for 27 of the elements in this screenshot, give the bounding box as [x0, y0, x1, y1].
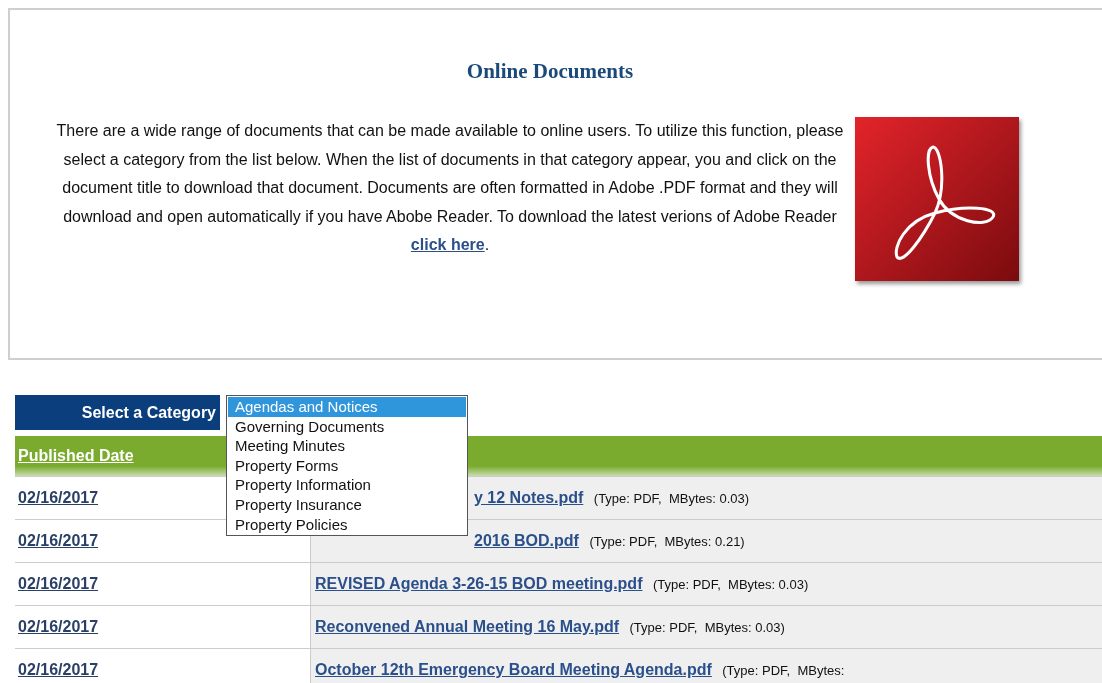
download-link[interactable]: click here: [410, 236, 485, 253]
category-label: Select a Category: [15, 395, 220, 430]
file-info: (Type: PDF, MBytes: 0.21): [589, 534, 745, 549]
date-link[interactable]: 02/16/2017: [18, 575, 99, 593]
file-link[interactable]: REVISED Agenda 3-26-15 BOD meeting.pdf: [315, 575, 643, 592]
date-link[interactable]: 02/16/2017: [18, 532, 99, 550]
file-link[interactable]: y 12 Notes.pdf: [474, 489, 584, 506]
file-link[interactable]: Reconvened Annual Meeting 16 May.pdf: [315, 618, 620, 635]
file-info: (Type: PDF, MBytes: 0.03): [652, 577, 809, 592]
file-info: (Type: PDF, MBytes: 0.03): [593, 491, 750, 506]
date-link[interactable]: 02/16/2017: [18, 661, 99, 679]
category-option[interactable]: Property Insurance: [228, 494, 466, 515]
file-info: (Type: PDF, MBytes: 0.03): [629, 620, 785, 635]
category-option[interactable]: Governing Documents: [228, 416, 466, 437]
file-link[interactable]: 2016 BOD.pdf: [474, 532, 579, 549]
date-link[interactable]: 02/16/2017: [18, 489, 99, 507]
intro-paragraph: There are a wide range of documents that can be made available to online users. To utilize this function, please select a category from the list below. When the list of documents in that category appear, you and click on the document title to download that document. Documents are often formatted in Adobe .PDF format and they will download and open automatically if you have Abobe Reader. To download the latest verions of Adobe Reader click here.: [55, 121, 845, 255]
pdf-reader-icon: [855, 117, 1019, 281]
category-option[interactable]: Meeting Minutes: [228, 436, 466, 456]
category-dropdown[interactable]: Agendas and Notices Governing Documents Meeting Minutes Property Forms Property Information Property Insurance Property Policies: [226, 395, 468, 537]
file-info: (Type: PDF, MBytes:: [722, 663, 845, 678]
file-link[interactable]: October 12th Emergency Board Meeting Agenda.pdf: [315, 661, 712, 678]
category-option[interactable]: Property Policies: [228, 514, 466, 535]
category-option[interactable]: Property Information: [228, 475, 466, 495]
page-title: Online Documents: [465, 58, 635, 84]
category-option[interactable]: Property Forms: [228, 455, 466, 476]
date-link[interactable]: 02/16/2017: [18, 618, 99, 636]
